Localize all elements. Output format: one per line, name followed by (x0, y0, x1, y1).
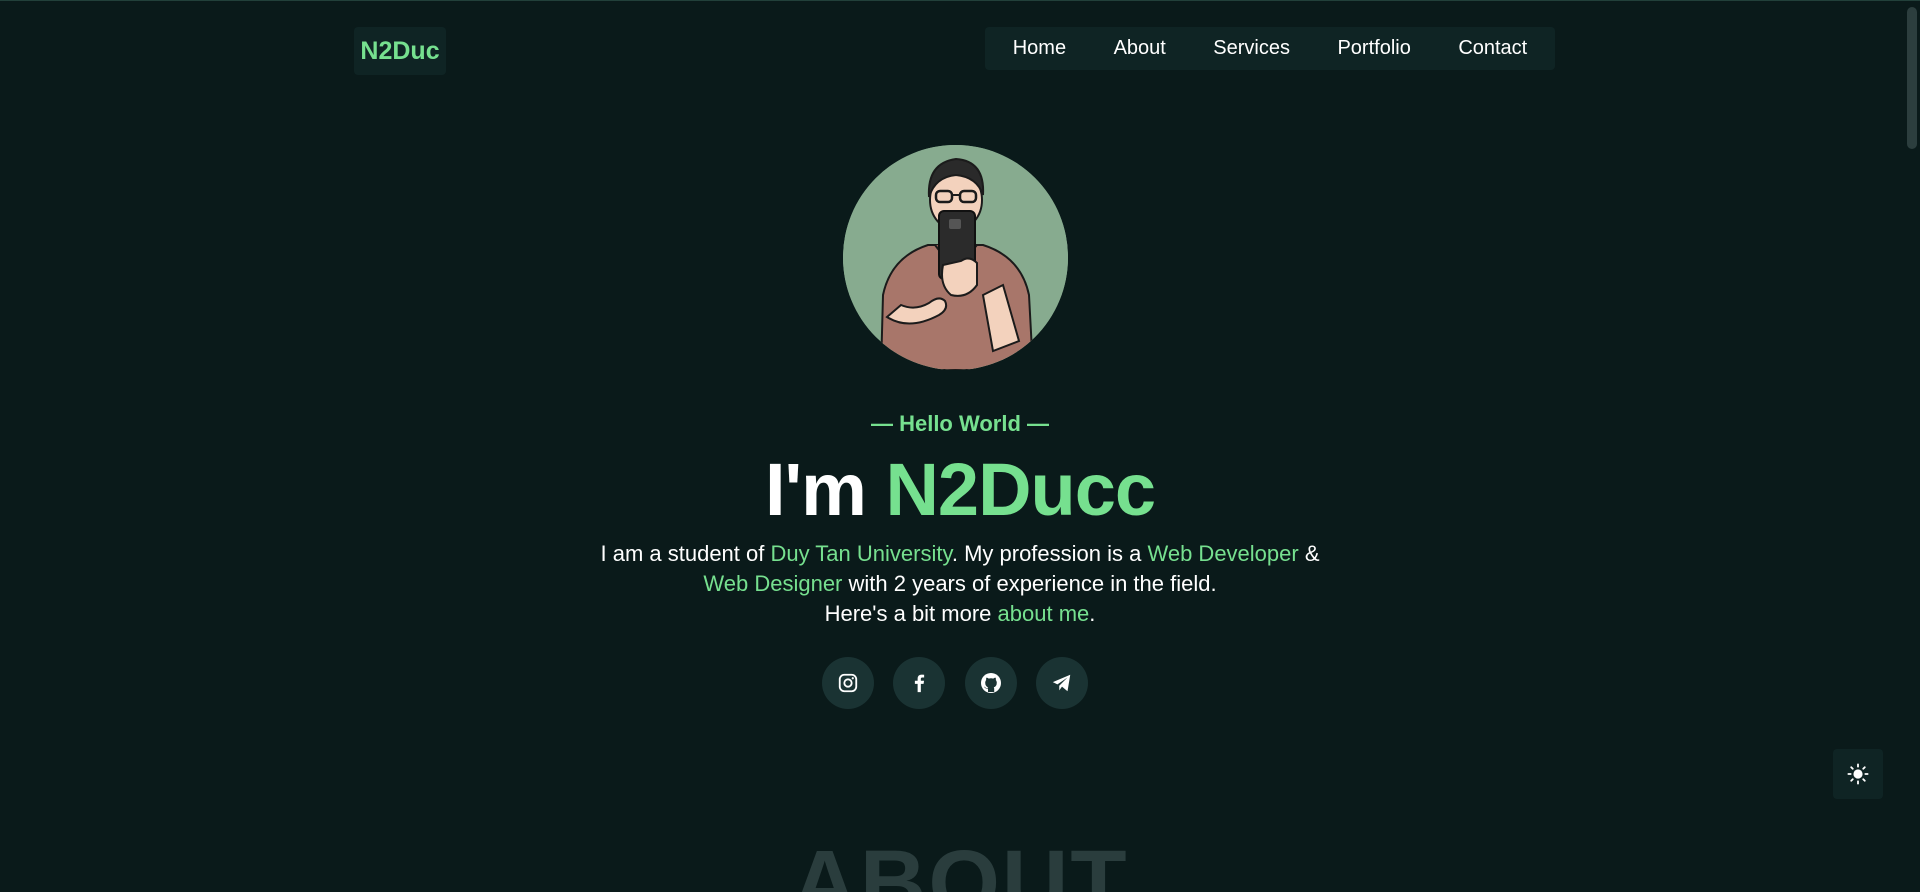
bio-text: . My profession is a (951, 541, 1148, 566)
sun-icon (1847, 763, 1869, 785)
social-links (822, 657, 1088, 709)
telegram-button[interactable] (1035, 657, 1088, 709)
headline-name: N2Ducc (885, 448, 1156, 531)
about-me-link[interactable]: about me (998, 601, 1090, 626)
portfolio-page: N2Duc Home About Services Portfolio Cont… (0, 0, 1920, 892)
site-logo[interactable]: N2Duc (354, 27, 446, 75)
github-icon (980, 673, 1001, 693)
bio-text: & (1298, 541, 1320, 566)
nav-link-contact[interactable]: Contact (1448, 33, 1537, 64)
nav-link-services[interactable]: Services (1203, 33, 1300, 64)
nav-link-about[interactable]: About (1104, 33, 1176, 64)
instagram-button[interactable] (822, 657, 874, 709)
hero-headline: I'm N2Ducc (0, 449, 1920, 531)
nav-link-home[interactable]: Home (1003, 33, 1076, 64)
telegram-icon (1052, 674, 1071, 692)
facebook-icon (915, 674, 925, 693)
scrollbar-thumb[interactable] (1907, 7, 1917, 149)
bio-line-1: I am a student of Duy Tan University. My… (0, 539, 1920, 569)
bio-university: Duy Tan University (770, 541, 952, 566)
github-button[interactable] (964, 657, 1017, 709)
main-nav: Home About Services Portfolio Contact (985, 27, 1555, 70)
bio-text: with 2 years of experience in the field. (842, 571, 1217, 596)
profile-avatar (843, 145, 1068, 370)
instagram-icon (838, 673, 858, 693)
bio-role-developer: Web Developer (1147, 541, 1299, 566)
avatar-illustration (843, 145, 1068, 370)
hero-greeting: — Hello World — (870, 411, 1050, 436)
bio-text: Here's a bit more (824, 601, 998, 626)
bio-text: I am a student of (600, 541, 771, 566)
nav-link-portfolio[interactable]: Portfolio (1327, 33, 1420, 64)
headline-prefix: I'm (764, 448, 886, 531)
theme-toggle-button[interactable] (1833, 749, 1883, 799)
page-scrollbar[interactable] (1904, 1, 1920, 892)
about-section-title: ABOUT (791, 832, 1129, 892)
bio-line-3: Here's a bit more about me. (0, 599, 1920, 629)
bio-text: . (1089, 601, 1096, 626)
facebook-button[interactable] (893, 657, 946, 709)
hero-bio: I am a student of Duy Tan University. My… (0, 539, 1920, 629)
bio-role-designer: Web Designer (703, 571, 843, 596)
bio-line-2: Web Designer with 2 years of experience … (0, 569, 1920, 599)
